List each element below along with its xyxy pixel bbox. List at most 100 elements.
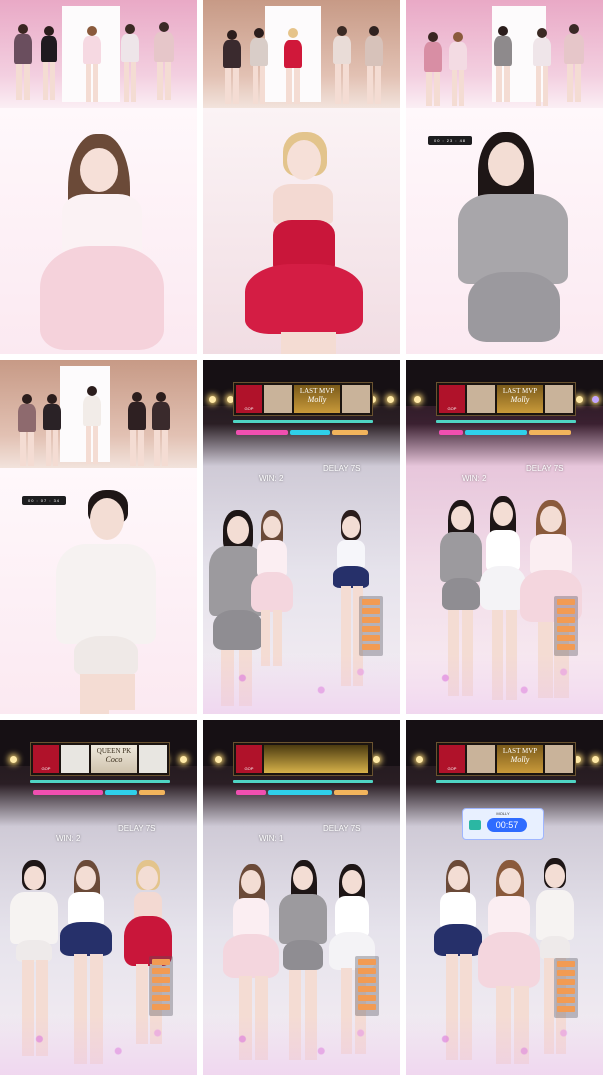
- model-white-outfit: [40, 490, 170, 714]
- score-bar-cyan: [290, 430, 330, 435]
- score-bar-pink: [439, 430, 463, 435]
- gift-list[interactable]: [554, 596, 578, 656]
- mvp-photo: [342, 385, 370, 413]
- petal-floor: [203, 654, 400, 714]
- score-bar-cyan: [465, 430, 527, 435]
- model-figure: [118, 24, 142, 106]
- stage-light: [576, 396, 583, 403]
- model-figure: [80, 26, 104, 106]
- score-bar-pink: [33, 790, 103, 795]
- score-bar-orange: [332, 430, 368, 435]
- studio-portrait: [0, 108, 197, 354]
- model-figure: [10, 24, 36, 104]
- stage-light: [209, 396, 216, 403]
- photo-grid: 00 : 23 : 48 00: 07: 34 GOP LAST MVP M…: [0, 0, 603, 1075]
- studio-group-shot: [0, 360, 197, 468]
- delay-label: DELAY 7S: [323, 464, 361, 473]
- panel-7-stream: GOP QUEEN PK Coco DELAY 7S WIN: 2: [0, 720, 197, 1075]
- panel-5-stream: GOP LAST MVP Molly DELAY 7S WIN: 2: [203, 360, 400, 714]
- stage-light: [387, 396, 394, 403]
- gift-list[interactable]: [359, 596, 383, 656]
- mvp-photo: [545, 385, 573, 413]
- score-bars: [236, 430, 368, 436]
- gift-list[interactable]: [554, 958, 578, 1018]
- delay-label: DELAY 7S: [323, 824, 361, 833]
- model-figure: [40, 394, 64, 468]
- countdown-card: MOLLY 00:57: [462, 808, 544, 840]
- model-figure: [560, 24, 588, 106]
- panel-9-stream: GOP LAST MVP Molly MOLLY 00:57: [406, 720, 603, 1075]
- score-bars: [33, 790, 165, 796]
- gift-icon: [469, 820, 481, 830]
- delay-label: DELAY 7S: [526, 464, 564, 473]
- ticker-bar: [436, 780, 576, 783]
- badge-icon: GOP: [236, 745, 262, 773]
- model-figure: [247, 28, 271, 106]
- score-bar-orange: [529, 430, 571, 435]
- panel-1: [0, 0, 197, 354]
- model-figure: [219, 30, 245, 106]
- studio-portrait: 00 : 07 : 34: [0, 468, 197, 714]
- score-bar-cyan: [105, 790, 137, 795]
- model-figure: [14, 394, 40, 468]
- model-figure: [279, 28, 307, 108]
- petal-floor: [203, 1015, 400, 1075]
- win-label: WIN: 2: [56, 834, 81, 843]
- petal-floor: [406, 654, 603, 714]
- petal-floor: [0, 1015, 197, 1075]
- model-figure: [490, 26, 516, 106]
- mvp-label: LAST MVP Molly: [294, 385, 340, 413]
- panel-4: 00 : 07 : 34: [0, 360, 197, 714]
- score-bar-orange: [334, 790, 368, 795]
- win-label: WIN: 1: [259, 834, 284, 843]
- mvp-label: LAST MVP Molly: [497, 745, 543, 773]
- mvp-photo: [264, 385, 292, 413]
- gift-list[interactable]: [149, 956, 173, 1016]
- petal-floor: [406, 1015, 603, 1075]
- badge-icon: GOP: [33, 745, 59, 773]
- ticker-bar: [436, 420, 576, 423]
- mvp-banner: GOP LAST MVP Molly: [436, 742, 576, 776]
- model-figure: [329, 26, 355, 106]
- model-figure: [420, 32, 446, 108]
- panel-2: [203, 0, 400, 354]
- score-bar-pink: [236, 790, 266, 795]
- panel-3: 00 : 23 : 48: [406, 0, 603, 354]
- model-figure: [80, 386, 104, 468]
- model-figure: [361, 26, 387, 106]
- model-figure: [446, 32, 470, 108]
- mvp-photo: [61, 745, 89, 773]
- mvp-photo: [467, 745, 495, 773]
- mvp-banner: GOP: [233, 742, 373, 776]
- studio-group-shot: [406, 0, 603, 108]
- ticker-bar: [233, 420, 373, 423]
- stage-light: [373, 756, 380, 763]
- studio-group-shot: [203, 0, 400, 108]
- gift-list[interactable]: [355, 956, 379, 1016]
- model-figure: [530, 28, 554, 108]
- score-bars: [439, 430, 571, 436]
- badge-icon: GOP: [439, 745, 465, 773]
- stage-light: [592, 396, 599, 403]
- score-bar-cyan: [268, 790, 332, 795]
- stage-light: [414, 396, 421, 403]
- mvp-banner: GOP LAST MVP Molly: [436, 382, 576, 416]
- stage-light: [592, 756, 599, 763]
- mvp-label: LAST MVP Molly: [497, 385, 543, 413]
- panel-8-stream: GOP DELAY 7S WIN: 1: [203, 720, 400, 1075]
- stage-light: [215, 756, 222, 763]
- model-figure: [124, 392, 150, 468]
- score-bars: [236, 790, 368, 796]
- model-figure: [148, 392, 174, 468]
- model-figure: [150, 22, 178, 104]
- studio-group-shot: [0, 0, 197, 108]
- ticker-bar: [233, 780, 373, 783]
- mvp-label: [264, 745, 368, 773]
- model-lolita-dress: [36, 134, 168, 354]
- win-label: WIN: 2: [259, 474, 284, 483]
- model-figure: [38, 26, 60, 104]
- ticker-bar: [30, 780, 170, 783]
- studio-portrait: 00 : 23 : 48: [406, 108, 603, 354]
- countdown-title: MOLLY: [496, 811, 510, 816]
- score-bar-pink: [236, 430, 288, 435]
